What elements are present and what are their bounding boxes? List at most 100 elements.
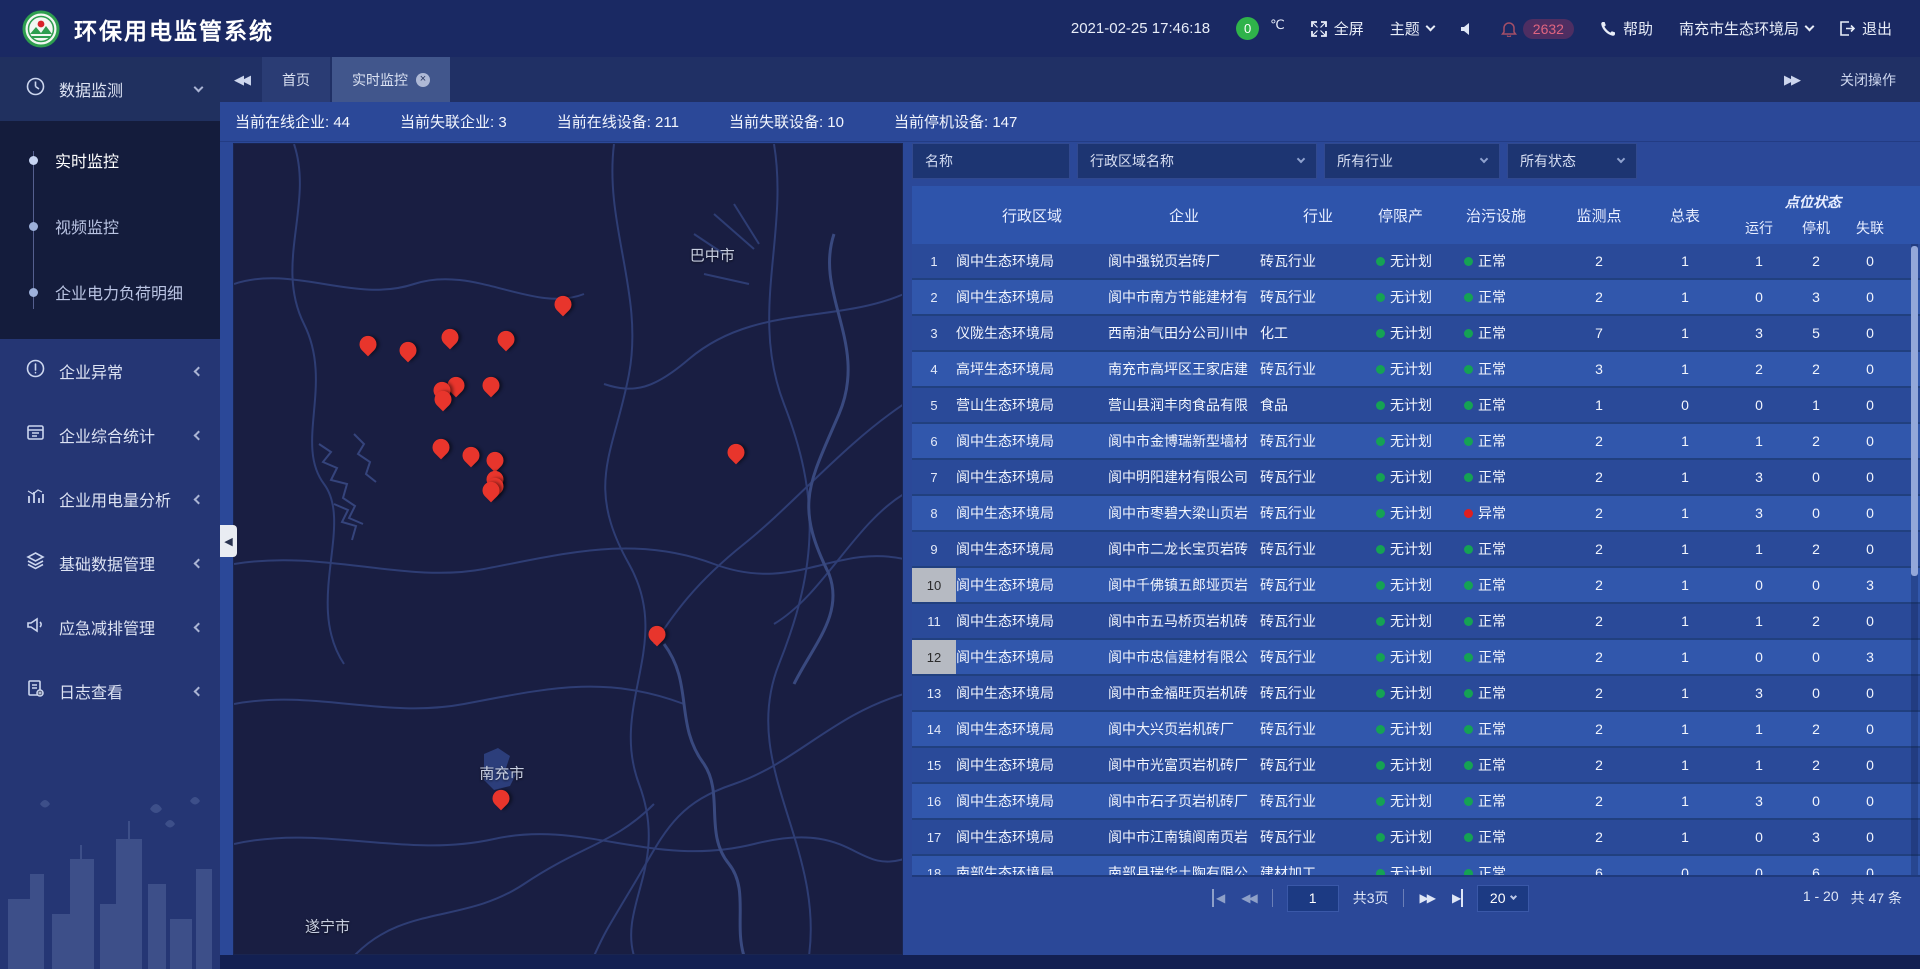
- stat-item: 当前停机设备: 147: [894, 111, 1017, 132]
- table-row[interactable]: 18 南部生态环境局 南部县瑞华土陶有限公 建材加工 无计划 正常 6 0 0 …: [912, 856, 1920, 875]
- map-city-label: 遂宁市: [305, 915, 350, 936]
- status-dot: [1376, 653, 1385, 662]
- app-logo-icon: [22, 10, 60, 48]
- sidebar-item-数据监测[interactable]: 数据监测: [0, 57, 220, 121]
- temperature-value: 0: [1236, 17, 1259, 40]
- map-panel[interactable]: 巴中市南充市遂宁市: [233, 143, 903, 955]
- sidebar-item-企业用电量分析[interactable]: 企业用电量分析: [0, 467, 220, 531]
- region-filter-select[interactable]: 行政区域名称: [1077, 143, 1317, 179]
- sidebar-item-企业综合统计[interactable]: 企业综合统计: [0, 403, 220, 467]
- status-dot: [1376, 689, 1385, 698]
- tabs-scroll-right-button[interactable]: ▶▶: [1770, 72, 1812, 88]
- status-dot: [1376, 797, 1385, 806]
- logout-button[interactable]: 退出: [1839, 18, 1892, 39]
- status-dot: [1376, 437, 1385, 446]
- scrollbar-thumb[interactable]: [1911, 246, 1918, 576]
- table-row[interactable]: 6 阆中生态环境局 阆中市金博瑞新型墙材 砖瓦行业 无计划 正常 2 1 1 2…: [912, 424, 1920, 460]
- status-dot: [1464, 473, 1473, 482]
- sidebar-item-基础数据管理[interactable]: 基础数据管理: [0, 531, 220, 595]
- status-dot: [1464, 617, 1473, 626]
- bell-icon: [1501, 20, 1517, 37]
- speaker-icon: [1460, 22, 1475, 36]
- chevron-down-icon: [1805, 22, 1815, 32]
- col-lost: 失联: [1842, 218, 1898, 238]
- status-dot: [1464, 653, 1473, 662]
- chevron-left-icon: [194, 623, 204, 633]
- table-row[interactable]: 7 阆中生态环境局 阆中明阳建材有限公司 砖瓦行业 无计划 正常 2 1 3 0…: [912, 460, 1920, 496]
- filter-bar: 行政区域名称 所有行业 所有状态: [912, 143, 1920, 179]
- range-label: 1 - 20: [1803, 888, 1839, 908]
- table-row[interactable]: 1 阆中生态环境局 阆中强锐页岩砖厂 砖瓦行业 无计划 正常 2 1 1 2 0: [912, 244, 1920, 280]
- page-number-input[interactable]: [1287, 885, 1339, 912]
- table-row[interactable]: 3 仪陇生态环境局 西南油气田分公司川中 化工 无计划 正常 7 1 3 5 0: [912, 316, 1920, 352]
- page-size-select[interactable]: 20: [1477, 885, 1529, 912]
- tabs-scroll-left-button[interactable]: ◀◀: [220, 72, 262, 88]
- datetime-text: 2021-02-25 17:46:18: [1071, 20, 1210, 37]
- sound-toggle-button[interactable]: [1460, 22, 1475, 36]
- table-row[interactable]: 16 阆中生态环境局 阆中市石子页岩机砖厂 砖瓦行业 无计划 正常 2 1 3 …: [912, 784, 1920, 820]
- table-row[interactable]: 10 阆中生态环境局 阆中千佛镇五郎垭页岩 砖瓦行业 无计划 正常 2 1 0 …: [912, 568, 1920, 604]
- tab-close-icon[interactable]: ×: [416, 73, 430, 87]
- close-operations-button[interactable]: 关闭操作: [1840, 70, 1896, 90]
- chevron-down-icon: [1297, 155, 1305, 163]
- log-icon: [26, 679, 45, 703]
- logout-label: 退出: [1862, 18, 1892, 39]
- total-pages-label: 共3页: [1353, 888, 1389, 908]
- status-dot: [1464, 437, 1473, 446]
- table-header: 行政区域 企业 行业 停限产 治污设施 监测点 总表 点位状态 运行 停机 失联: [912, 186, 1920, 244]
- table-row[interactable]: 9 阆中生态环境局 阆中市二龙长宝页岩砖 砖瓦行业 无计划 正常 2 1 1 2…: [912, 532, 1920, 568]
- table-row[interactable]: 13 阆中生态环境局 阆中市金福旺页岩机砖 砖瓦行业 无计划 正常 2 1 3 …: [912, 676, 1920, 712]
- gauge-icon: [26, 77, 45, 101]
- tab-实时监控[interactable]: 实时监控 ×: [332, 57, 450, 102]
- table-row[interactable]: 8 阆中生态环境局 阆中市枣碧大梁山页岩 砖瓦行业 无计划 异常 2 1 3 0…: [912, 496, 1920, 532]
- tab-首页[interactable]: 首页: [262, 57, 330, 102]
- org-menu-button[interactable]: 南充市生态环境局: [1679, 18, 1813, 39]
- phone-icon: [1600, 21, 1616, 37]
- table-row[interactable]: 11 阆中生态环境局 阆中市五马桥页岩机砖 砖瓦行业 无计划 正常 2 1 1 …: [912, 604, 1920, 640]
- status-dot: [1376, 329, 1385, 338]
- sidebar-collapse-button[interactable]: ◀: [220, 525, 237, 557]
- sidebar-subitem-实时监控[interactable]: 实时监控: [0, 127, 220, 193]
- status-dot: [1464, 509, 1473, 518]
- status-dot: [1464, 581, 1473, 590]
- table-row[interactable]: 2 阆中生态环境局 阆中市南方节能建材有 砖瓦行业 无计划 正常 2 1 0 3…: [912, 280, 1920, 316]
- table-row[interactable]: 14 阆中生态环境局 阆中大兴页岩机砖厂 砖瓦行业 无计划 正常 2 1 1 2…: [912, 712, 1920, 748]
- status-dot: [1464, 293, 1473, 302]
- sidebar-item-日志查看[interactable]: 日志查看: [0, 659, 220, 723]
- prev-page-button[interactable]: ◀◀: [1239, 889, 1257, 907]
- last-page-button[interactable]: ▶: [1450, 889, 1463, 907]
- table-row[interactable]: 5 营山生态环境局 营山县润丰肉食品有限 食品 无计划 正常 1 0 0 1 0: [912, 388, 1920, 424]
- industry-filter-select[interactable]: 所有行业: [1324, 143, 1500, 179]
- tab-bar: ◀◀ 首页 实时监控 × ▶▶ 关闭操作: [220, 57, 1920, 102]
- fullscreen-button[interactable]: 全屏: [1311, 18, 1364, 39]
- help-label: 帮助: [1623, 18, 1653, 39]
- sidebar-subitem-企业电力负荷明细[interactable]: 企业电力负荷明细: [0, 259, 220, 325]
- table-row[interactable]: 12 阆中生态环境局 阆中市忠信建材有限公 砖瓦行业 无计划 正常 2 1 0 …: [912, 640, 1920, 676]
- total-count-label: 共 47 条: [1851, 888, 1902, 908]
- logout-icon: [1839, 21, 1855, 36]
- name-filter-input[interactable]: [912, 143, 1070, 179]
- table-row[interactable]: 17 阆中生态环境局 阆中市江南镇阆南页岩 砖瓦行业 无计划 正常 2 1 0 …: [912, 820, 1920, 856]
- sidebar-nav: 数据监测 实时监控 视频监控 企业电力负荷明细 企业异常 企业综合统计: [0, 57, 220, 969]
- next-page-button[interactable]: ▶▶: [1418, 889, 1436, 907]
- sidebar-item-应急减排管理[interactable]: 应急减排管理: [0, 595, 220, 659]
- sidebar-subitem-视频监控[interactable]: 视频监控: [0, 193, 220, 259]
- status-dot: [1376, 473, 1385, 482]
- status-dot: [1376, 761, 1385, 770]
- help-button[interactable]: 帮助: [1600, 18, 1653, 39]
- notification-button[interactable]: 2632: [1501, 19, 1574, 39]
- col-halt: 停机: [1790, 218, 1842, 238]
- first-page-button[interactable]: ◀: [1212, 889, 1225, 907]
- status-dot: [1376, 545, 1385, 554]
- table-row[interactable]: 4 高坪生态环境局 南充市高坪区王家店建 砖瓦行业 无计划 正常 3 1 2 2…: [912, 352, 1920, 388]
- sidebar-item-企业异常[interactable]: 企业异常: [0, 339, 220, 403]
- status-dot: [1376, 257, 1385, 266]
- layers-icon: [26, 551, 45, 575]
- theme-label: 主题: [1390, 18, 1420, 39]
- bullet-dot-icon: [29, 222, 38, 231]
- status-filter-select[interactable]: 所有状态: [1507, 143, 1637, 179]
- table-row[interactable]: 15 阆中生态环境局 阆中市光富页岩机砖厂 砖瓦行业 无计划 正常 2 1 1 …: [912, 748, 1920, 784]
- theme-menu-button[interactable]: 主题: [1390, 18, 1434, 39]
- temperature-widget: 0 ℃: [1236, 17, 1285, 40]
- status-dot: [1376, 401, 1385, 410]
